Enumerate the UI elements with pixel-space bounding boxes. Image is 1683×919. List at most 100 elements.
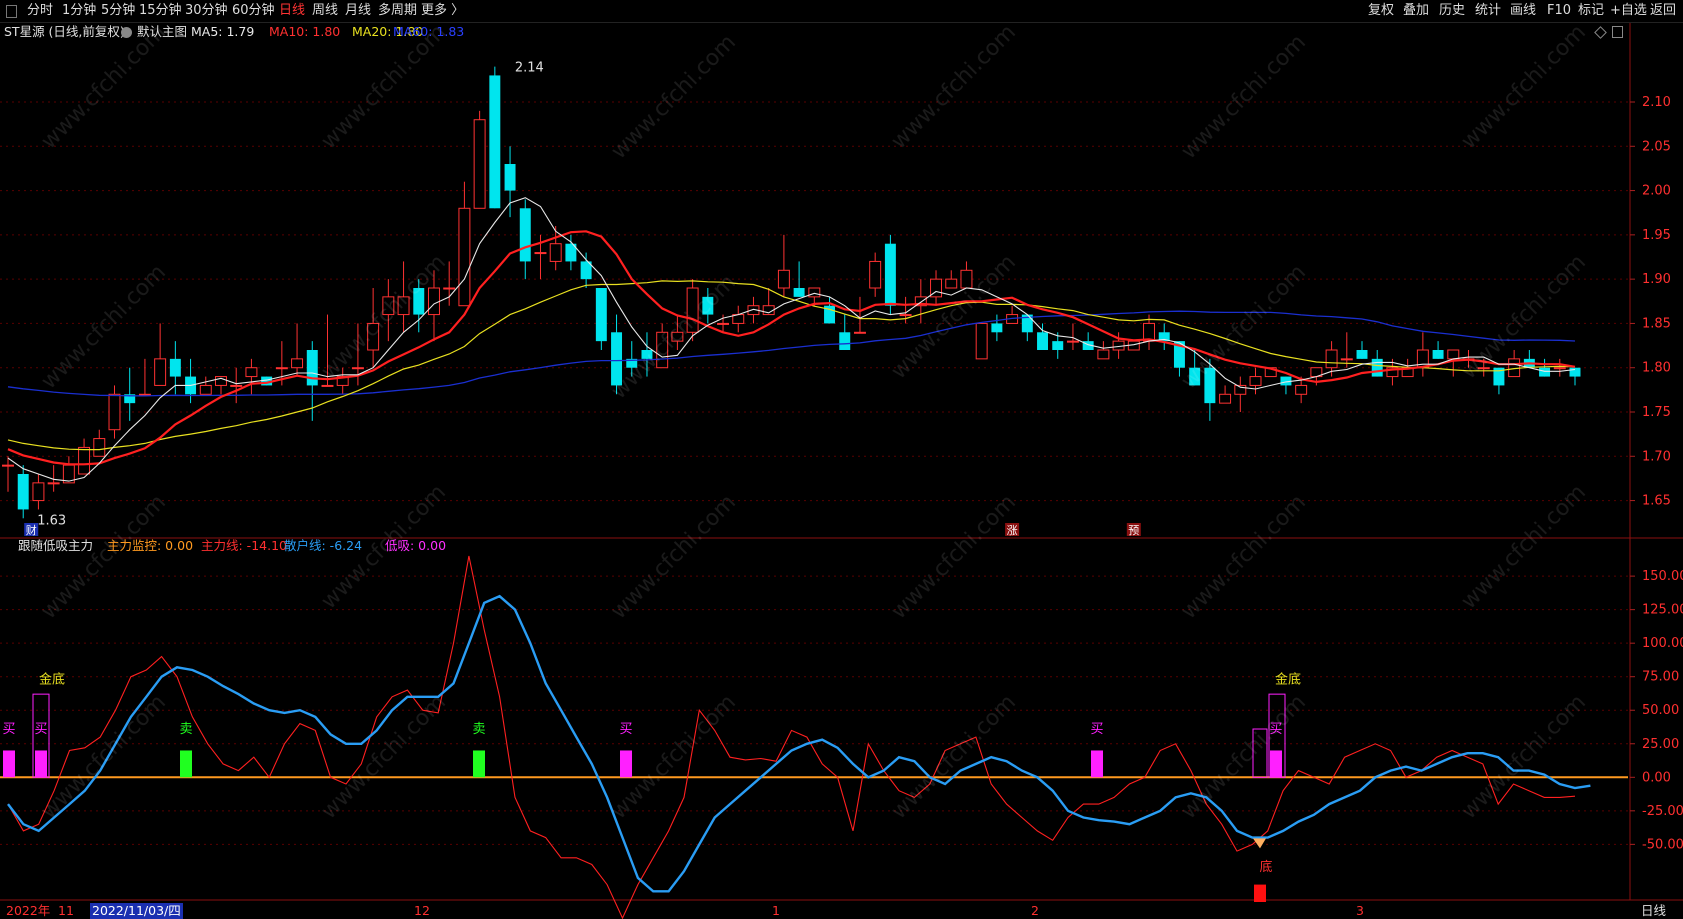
x-label-month-1: 1 bbox=[772, 903, 780, 918]
candle-body-down bbox=[489, 75, 501, 209]
low-buy-value: 低吸: 0.00 bbox=[385, 538, 447, 553]
period-fenshi[interactable]: 分时 bbox=[27, 2, 53, 20]
candle-body-up bbox=[1066, 340, 1079, 343]
candle-body-down bbox=[1052, 341, 1064, 350]
f10-button[interactable]: F10 bbox=[1547, 2, 1571, 20]
candle-body-down bbox=[1356, 350, 1368, 359]
period-60min[interactable]: 60分钟 bbox=[232, 2, 275, 20]
candle-body-up bbox=[428, 287, 440, 316]
watermark-text: www.cfchi.com bbox=[607, 270, 741, 404]
candle-body-down bbox=[1539, 367, 1551, 377]
candle-body-up bbox=[2, 464, 14, 467]
ma5-value: MA5: 1.79 bbox=[191, 24, 255, 39]
buy-signal-bar bbox=[3, 750, 15, 778]
sub-y-tick-label: 75.00 bbox=[1642, 670, 1679, 685]
candle-body-up bbox=[1249, 376, 1262, 386]
candle-body-up bbox=[108, 393, 121, 431]
back-button[interactable]: 返回 bbox=[1650, 2, 1676, 20]
period-badge[interactable]: 日线 bbox=[1641, 903, 1666, 919]
main-y-tick-label: 1.80 bbox=[1642, 361, 1671, 376]
x-cursor-date: 2022/11/03/四 bbox=[90, 903, 183, 919]
candle-body-up bbox=[808, 287, 821, 298]
stock-chart-canvas[interactable]: 2.10 2.05 2.00 1.95 1.90 1.85 1.80 1.75 1.70 1.65… bbox=[0, 0, 1683, 919]
period-more[interactable]: 更多 〉 bbox=[421, 2, 464, 20]
signal-label: 金底 bbox=[1275, 671, 1301, 687]
indicator-title[interactable]: 跟随低吸主力 bbox=[18, 538, 93, 554]
period-multi[interactable]: 多周期 bbox=[378, 2, 417, 20]
ma20-line bbox=[7, 280, 1576, 451]
buy-signal-bar bbox=[1270, 750, 1282, 778]
watermark-text: www.cfchi.com bbox=[607, 490, 741, 624]
sub-y-tick-label: -25.00 bbox=[1642, 804, 1683, 819]
candle-body-down bbox=[504, 164, 516, 191]
panel-maximize-icon[interactable] bbox=[1612, 26, 1623, 38]
candle-body-up bbox=[138, 393, 151, 396]
signal-label: 买 bbox=[2, 722, 15, 737]
sub-y-tick-label: 100.00 bbox=[1642, 636, 1683, 651]
watermark-text: www.cfchi.com bbox=[887, 250, 1021, 384]
candle-body-up bbox=[899, 314, 912, 317]
period-1min[interactable]: 1分钟 bbox=[62, 2, 96, 20]
x-label-month-2: 2 bbox=[1031, 903, 1039, 918]
mark-button[interactable]: 标记 bbox=[1578, 2, 1604, 20]
candle-body-up bbox=[199, 384, 212, 395]
toolbar: 分时 1分钟 5分钟 15分钟 30分钟 60分钟 日线 周线 月线 多周期 更… bbox=[0, 0, 1683, 23]
ma60-value: MA60: 1.83 bbox=[393, 24, 465, 39]
candle-body-up bbox=[458, 207, 471, 307]
period-monthly[interactable]: 月线 bbox=[345, 2, 371, 20]
event-mark: 财 bbox=[26, 523, 37, 537]
sub-y-tick-label: 0.00 bbox=[1642, 770, 1671, 785]
main-y-tick-label: 1.65 bbox=[1642, 494, 1671, 509]
history-button[interactable]: 历史 bbox=[1439, 2, 1465, 20]
candle-body-up bbox=[291, 358, 304, 369]
main-y-tick-label: 2.05 bbox=[1642, 139, 1671, 154]
period-weekly[interactable]: 周线 bbox=[312, 2, 338, 20]
sell-signal-bar bbox=[473, 750, 485, 778]
candle-body-up bbox=[275, 367, 288, 370]
candle-body-up bbox=[777, 269, 790, 289]
x-label-month-12: 12 bbox=[414, 903, 430, 918]
template-dropdown-icon[interactable] bbox=[121, 27, 132, 38]
buy-signal-bar bbox=[35, 750, 47, 778]
candle-body-up bbox=[32, 482, 45, 502]
candle-body-up bbox=[1447, 349, 1460, 360]
main-line-value: 主力线: -14.10 bbox=[201, 538, 287, 553]
candle-body-up bbox=[534, 252, 547, 255]
period-30min[interactable]: 30分钟 bbox=[185, 2, 228, 20]
add-watchlist-button[interactable]: +自选 bbox=[1610, 2, 1647, 20]
candle-body-up bbox=[321, 384, 334, 387]
period-daily[interactable]: 日线 bbox=[279, 2, 305, 20]
toolbar-left-grip-icon[interactable] bbox=[6, 5, 17, 18]
main-y-tick-label: 2.00 bbox=[1642, 184, 1671, 199]
stats-button[interactable]: 统计 bbox=[1475, 2, 1501, 20]
watermark-text: www.cfchi.com bbox=[37, 260, 171, 394]
main-y-tick-label: 1.90 bbox=[1642, 272, 1671, 287]
watermark-text: www.cfchi.com bbox=[37, 20, 171, 154]
candle-body-up bbox=[1553, 367, 1566, 370]
candle-body-up bbox=[473, 119, 486, 209]
sell-signal-bar bbox=[180, 750, 192, 778]
x-label-year: 2022年 bbox=[6, 903, 51, 918]
ma5-line bbox=[7, 197, 1576, 482]
candle-body-up bbox=[717, 322, 730, 325]
candle-body-down bbox=[595, 288, 607, 342]
candle-body-down bbox=[1569, 367, 1581, 377]
overlay-button[interactable]: 叠加 bbox=[1403, 2, 1429, 20]
template-label[interactable]: 默认主图 bbox=[137, 24, 187, 40]
candle-body-down bbox=[839, 332, 851, 350]
watermark-text: www.cfchi.com bbox=[1177, 490, 1311, 624]
fuquan-button[interactable]: 复权 bbox=[1368, 2, 1394, 20]
watermark-text: www.cfchi.com bbox=[317, 20, 451, 154]
retail-line-value: 散户线: -6.24 bbox=[284, 538, 363, 553]
period-15min[interactable]: 15分钟 bbox=[139, 2, 182, 20]
period-5min[interactable]: 5分钟 bbox=[101, 2, 135, 20]
signal-label: 买 bbox=[34, 722, 47, 737]
candle-body-up bbox=[351, 367, 364, 370]
candle-body-up bbox=[549, 243, 562, 262]
signal-label: 买 bbox=[1090, 722, 1103, 737]
stock-title: ST星源 (日线,前复权) bbox=[4, 24, 125, 39]
candle-body-up bbox=[154, 358, 167, 386]
x-label-month-3: 3 bbox=[1356, 903, 1364, 918]
candle-body-up bbox=[47, 482, 60, 485]
draw-button[interactable]: 画线 bbox=[1510, 2, 1536, 20]
